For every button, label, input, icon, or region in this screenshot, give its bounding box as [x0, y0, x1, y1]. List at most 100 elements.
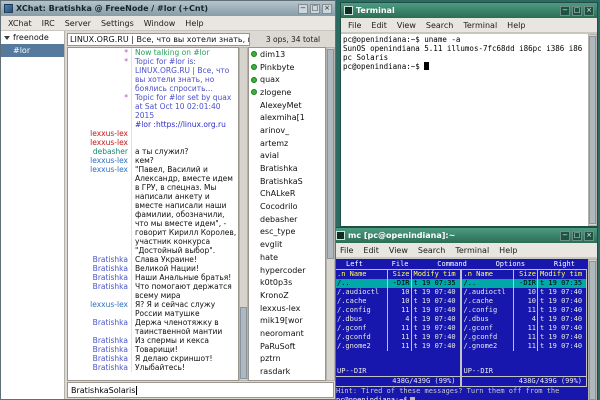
mc-terminal-menu-help[interactable]: Help — [494, 246, 522, 255]
close-button[interactable] — [322, 4, 332, 14]
xchat-titlebar[interactable]: XChat: Bratishka @ FreeNode / #lor (+Cnt… — [1, 1, 335, 16]
user-list-item[interactable]: hypercoder — [249, 264, 325, 277]
user-list-item[interactable]: lexxus-lex — [249, 302, 325, 315]
xchat-menu-xchat[interactable]: XChat — [3, 19, 37, 28]
chat-scrollbar-thumb[interactable] — [240, 307, 247, 379]
user-list-item[interactable]: hate — [249, 251, 325, 264]
close-button[interactable] — [584, 6, 594, 16]
mc-file-row[interactable]: /..-DIRt 19 07:35 — [462, 279, 587, 288]
user-list-item[interactable]: mik19[wor — [249, 314, 325, 327]
tree-item-channel[interactable]: #lor — [1, 44, 64, 57]
terminal-menu-search[interactable]: Search — [421, 21, 458, 30]
mc-terminal-menu-file[interactable]: File — [335, 246, 358, 255]
mc-file-row[interactable]: /.gnome211t 19 07:40 — [335, 342, 460, 351]
nick-button[interactable]: Bratishka — [71, 386, 109, 395]
mc-file-row[interactable]: /.gconf11t 19 07:40 — [462, 324, 587, 333]
mc-command-line[interactable]: pc@openindiana:~$ — [334, 396, 587, 400]
mc-scrollbar[interactable] — [588, 259, 597, 400]
mc-file-row[interactable]: /.audioctl10t 19 07:40 — [462, 288, 587, 297]
mc-file-row[interactable]: /.gconfd11t 19 07:40 — [335, 333, 460, 342]
tree-item-server[interactable]: freenode — [1, 31, 64, 44]
terminal-scrollbar-thumb[interactable] — [589, 36, 596, 224]
mc-terminal-menu-view[interactable]: View — [384, 246, 413, 255]
mc-file-row[interactable]: /.cache10t 19 07:40 — [462, 297, 587, 306]
chat-log[interactable]: *Now talking on #lor*Topic for #lor is: … — [67, 47, 239, 381]
user-list-item[interactable]: alexmiha[1 — [249, 111, 325, 124]
mc-column-header[interactable]: Size — [514, 270, 538, 279]
mc-column-header[interactable]: .n Name — [462, 270, 515, 279]
maximize-button[interactable] — [310, 4, 320, 14]
user-list-item[interactable]: zlogene — [249, 86, 325, 99]
terminal-screen[interactable]: pc@openindiana:~$ uname -aSunOS openindi… — [341, 34, 588, 226]
mc-left-panel[interactable]: .n NameSizeModify tim/..-DIRt 19 07:35/.… — [334, 269, 461, 387]
mc-titlebar[interactable]: mc [pc@openindiana]:~ — [333, 228, 597, 243]
user-list-item[interactable]: BratishkaS — [249, 175, 325, 188]
terminal-menu-edit[interactable]: Edit — [366, 21, 392, 30]
user-list-item[interactable]: dim13 — [249, 48, 325, 61]
mc-menu-right[interactable]: Right — [554, 260, 575, 269]
user-list-item[interactable]: artemz — [249, 137, 325, 150]
mc-file-row[interactable]: /.gnome211t 19 07:40 — [462, 342, 587, 351]
mc-file-row[interactable]: /.dbus4t 19 07:40 — [462, 315, 587, 324]
mc-terminal-menu-terminal[interactable]: Terminal — [450, 246, 494, 255]
user-list-item[interactable]: AlexeyMet — [249, 99, 325, 112]
xchat-menu-irc[interactable]: IRC — [37, 19, 60, 28]
user-list-item[interactable]: rasdark — [249, 365, 325, 378]
userlist-scrollbar[interactable] — [326, 47, 335, 381]
mc-column-header[interactable]: .n Name — [335, 270, 388, 279]
expander-icon[interactable] — [4, 36, 10, 40]
user-list-item[interactable]: avial — [249, 150, 325, 163]
userlist-scrollbar-thumb[interactable] — [327, 49, 334, 259]
close-button[interactable] — [584, 231, 594, 241]
user-list-item[interactable]: PaRuSoft — [249, 340, 325, 353]
user-list-item[interactable]: k0t0p3s — [249, 276, 325, 289]
user-list-item[interactable]: debasher — [249, 213, 325, 226]
minimize-button[interactable] — [298, 4, 308, 14]
user-list-item[interactable]: Cocodrilo — [249, 200, 325, 213]
mc-file-row[interactable]: /.gconfd11t 19 07:40 — [462, 333, 587, 342]
xchat-menu-window[interactable]: Window — [139, 19, 181, 28]
mc-file-row[interactable]: /.gconf11t 19 07:40 — [335, 324, 460, 333]
terminal-menu-terminal[interactable]: Terminal — [458, 21, 502, 30]
mc-menu-command[interactable]: Command — [437, 260, 467, 269]
terminal-menu-file[interactable]: File — [343, 21, 366, 30]
message-input[interactable]: Solaris — [109, 386, 136, 395]
mc-menu-left[interactable]: Left — [346, 260, 363, 269]
user-list-item[interactable]: KronoZ — [249, 289, 325, 302]
terminal-scrollbar[interactable] — [588, 34, 597, 226]
mc-right-panel[interactable]: .n NameSizeModify tim/..-DIRt 19 07:35/.… — [461, 269, 588, 387]
mc-menu-options[interactable]: Options — [496, 260, 526, 269]
maximize-button[interactable] — [572, 231, 582, 241]
chat-scrollbar[interactable] — [239, 47, 248, 381]
topic-input[interactable]: LINUX.ORG.RU | Все, что вы хотели знать,… — [67, 33, 250, 46]
mc-file-row[interactable]: /.audioctl10t 19 07:40 — [335, 288, 460, 297]
user-list-item[interactable]: evglit — [249, 238, 325, 251]
xchat-menu-help[interactable]: Help — [180, 19, 208, 28]
mc-terminal-menu-search[interactable]: Search — [413, 246, 450, 255]
mc-scrollbar-thumb[interactable] — [589, 261, 596, 400]
minimize-button[interactable] — [560, 6, 570, 16]
user-list-item[interactable]: arinov_ — [249, 124, 325, 137]
mc-file-row[interactable]: /.dbus4t 19 07:40 — [335, 315, 460, 324]
user-list-item[interactable]: esc_type — [249, 226, 325, 239]
mc-terminal-menu-edit[interactable]: Edit — [358, 246, 384, 255]
user-list-item[interactable]: Pinkbyte — [249, 61, 325, 74]
terminal-titlebar[interactable]: Terminal — [341, 3, 597, 18]
user-list-item[interactable]: quax — [249, 73, 325, 86]
user-list-item[interactable]: Bratishka — [249, 162, 325, 175]
mc-file-row[interactable]: /.cache10t 19 07:40 — [335, 297, 460, 306]
maximize-button[interactable] — [572, 6, 582, 16]
mc-file-row[interactable]: /..-DIRt 19 07:35 — [335, 279, 460, 288]
user-list-item[interactable]: ChALkeR — [249, 188, 325, 201]
mc-file-row[interactable]: /.config11t 19 07:40 — [462, 306, 587, 315]
user-list-item[interactable]: neoromant — [249, 327, 325, 340]
terminal-menu-view[interactable]: View — [392, 21, 421, 30]
mc-menu-file[interactable]: File — [392, 260, 409, 269]
user-list-item[interactable]: pztrn — [249, 353, 325, 366]
user-list[interactable]: dim13PinkbytequaxzlogeneAlexeyMetalexmih… — [248, 47, 326, 381]
xchat-menu-settings[interactable]: Settings — [96, 19, 139, 28]
mc-file-row[interactable]: /.config11t 19 07:40 — [335, 306, 460, 315]
mc-column-header[interactable]: Modify tim — [538, 270, 586, 279]
mc-screen[interactable]: LeftFileCommandOptionsRight .n NameSizeM… — [333, 259, 588, 400]
terminal-menu-help[interactable]: Help — [502, 21, 530, 30]
